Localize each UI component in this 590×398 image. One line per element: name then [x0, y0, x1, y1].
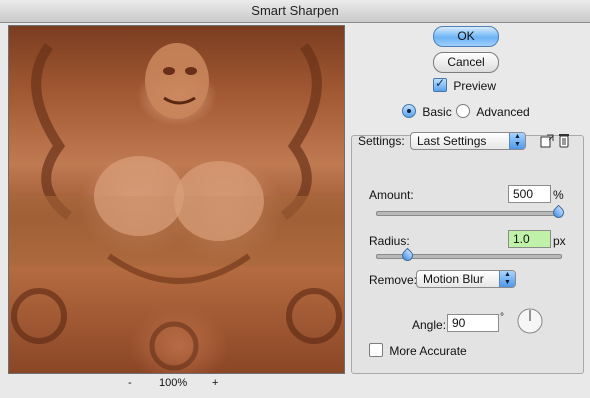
- more-accurate-label: More Accurate: [389, 344, 467, 358]
- more-accurate-checkbox[interactable]: [369, 343, 383, 357]
- settings-select[interactable]: Last Settings ▲ ▼: [410, 132, 526, 150]
- cancel-button[interactable]: Cancel: [433, 52, 499, 73]
- preview-checkbox-row[interactable]: Preview: [433, 76, 497, 93]
- chevron-updown-icon: ▲ ▼: [499, 271, 515, 287]
- sculpture-preview-art: [9, 43, 344, 371]
- zoom-out-button[interactable]: -: [128, 377, 132, 389]
- mode-advanced-row[interactable]: Advanced: [456, 104, 530, 119]
- save-settings-icon[interactable]: [540, 134, 554, 148]
- smart-sharpen-dialog: Smart Sharpen - 100% + OK Cancel Preview: [0, 0, 590, 398]
- advanced-label: Advanced: [476, 105, 530, 119]
- preview-image[interactable]: [8, 25, 345, 374]
- window-title: Smart Sharpen: [0, 0, 590, 23]
- angle-label: Angle:: [412, 318, 447, 332]
- preview-label: Preview: [453, 79, 497, 93]
- zoom-in-button[interactable]: +: [212, 377, 218, 389]
- zoom-level: 100%: [159, 377, 188, 389]
- basic-label: Basic: [422, 105, 452, 119]
- zoom-controls: - 100% +: [8, 377, 343, 391]
- trash-icon[interactable]: [558, 133, 570, 148]
- amount-unit: %: [553, 188, 564, 202]
- amount-label: Amount:: [369, 188, 414, 202]
- radius-unit: px: [553, 234, 566, 248]
- advanced-radio[interactable]: [456, 104, 470, 118]
- more-accurate-row[interactable]: More Accurate: [369, 343, 467, 358]
- basic-radio[interactable]: [402, 104, 416, 118]
- amount-input[interactable]: 500: [508, 185, 551, 203]
- angle-unit: °: [500, 312, 504, 323]
- settings-value: Last Settings: [417, 134, 487, 148]
- angle-dial[interactable]: [516, 307, 544, 335]
- radius-label: Radius:: [369, 234, 410, 248]
- radius-input[interactable]: 1.0: [508, 230, 551, 248]
- chevron-updown-icon: ▲ ▼: [509, 133, 525, 149]
- mode-basic-row[interactable]: Basic: [402, 104, 452, 119]
- preview-checkbox[interactable]: [433, 76, 447, 92]
- amount-slider[interactable]: [376, 211, 562, 216]
- ok-button[interactable]: OK: [433, 26, 499, 47]
- angle-input[interactable]: 90: [447, 314, 499, 332]
- settings-label: Settings:: [358, 134, 405, 148]
- remove-select[interactable]: Motion Blur ▲ ▼: [416, 270, 516, 288]
- remove-label: Remove:: [369, 273, 418, 287]
- remove-value: Motion Blur: [423, 272, 484, 286]
